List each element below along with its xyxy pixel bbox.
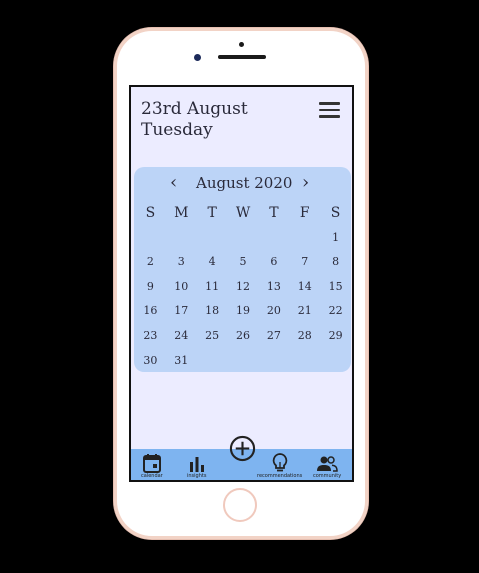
weekday-label: W bbox=[235, 205, 251, 221]
calendar-day[interactable]: 19 bbox=[228, 299, 259, 324]
calendar-week-row: 9 10 11 12 13 14 15 bbox=[134, 275, 351, 300]
calendar-empty-cell bbox=[197, 226, 228, 251]
calendar-week-row: 30 31 bbox=[134, 349, 351, 374]
weekday-label: S bbox=[145, 205, 156, 221]
calendar-day[interactable]: 18 bbox=[197, 299, 228, 324]
tab-recommendations[interactable]: recommendations bbox=[257, 453, 302, 479]
calendar-day[interactable]: 2 bbox=[135, 250, 166, 275]
calendar-day[interactable]: 25 bbox=[197, 324, 228, 349]
month-navigation: ‹ August 2020 › bbox=[134, 172, 351, 193]
calendar-day[interactable]: 21 bbox=[289, 299, 320, 324]
calendar-day[interactable]: 1 bbox=[320, 226, 351, 251]
calendar-day[interactable]: 7 bbox=[289, 250, 320, 275]
calendar-day[interactable]: 5 bbox=[228, 250, 259, 275]
calendar-day[interactable]: 9 bbox=[135, 275, 166, 300]
tab-community-label: community bbox=[313, 473, 342, 479]
calendar-empty-cell bbox=[289, 349, 320, 374]
front-camera bbox=[194, 54, 201, 61]
tab-insights-label: insights bbox=[187, 473, 207, 479]
date-label: 23rd August bbox=[141, 99, 248, 119]
calendar-empty-cell bbox=[197, 349, 228, 374]
weekday-label: F bbox=[299, 205, 310, 221]
app-screen: 23rd August Tuesday ‹ August 2020 › S M T W… bbox=[129, 85, 354, 482]
earpiece-speaker bbox=[218, 55, 266, 59]
calendar-day[interactable]: 26 bbox=[228, 324, 259, 349]
calendar-day[interactable]: 8 bbox=[320, 250, 351, 275]
add-entry-icon[interactable] bbox=[229, 435, 256, 462]
calendar-empty-cell bbox=[258, 349, 289, 374]
calendar-day[interactable]: 6 bbox=[258, 250, 289, 275]
tab-bar: calendar insights recommendations commun… bbox=[131, 435, 352, 480]
calendar-day[interactable]: 15 bbox=[320, 275, 351, 300]
calendar-day[interactable]: 13 bbox=[258, 275, 289, 300]
bar-chart-icon bbox=[189, 457, 204, 472]
weekday-label: T bbox=[269, 205, 279, 221]
tab-calendar-label: calendar bbox=[141, 473, 163, 479]
weekday-label: S bbox=[330, 205, 341, 221]
calendar-week-row: 2345678 bbox=[134, 250, 351, 275]
home-button[interactable] bbox=[223, 488, 257, 522]
calendar-empty-cell bbox=[289, 226, 320, 251]
calendar-day[interactable]: 31 bbox=[166, 349, 197, 374]
calendar-day[interactable]: 3 bbox=[166, 250, 197, 275]
calendar-day[interactable]: 27 bbox=[258, 324, 289, 349]
hamburger-menu-icon[interactable] bbox=[319, 102, 340, 118]
next-month-icon[interactable]: › bbox=[302, 172, 309, 193]
sensor-dot bbox=[239, 42, 244, 47]
calendar-day[interactable]: 24 bbox=[166, 324, 197, 349]
calendar-week-row: 23 24 25 26 27 28 29 bbox=[134, 324, 351, 349]
calendar-grid: S M T W T F S 1 2 3 4 5 6 7 8 9 10 11 12 13 14 15 16 17 18 19 20 21… bbox=[134, 201, 351, 373]
calendar-day[interactable]: 28 bbox=[289, 324, 320, 349]
page-title: 23rd August Tuesday bbox=[141, 99, 248, 141]
lightbulb-icon bbox=[272, 453, 287, 472]
calendar-day[interactable]: 23 bbox=[135, 324, 166, 349]
calendar-day[interactable]: 17 bbox=[166, 299, 197, 324]
calendar-day[interactable]: 30 bbox=[135, 349, 166, 374]
calendar-empty-cell bbox=[258, 226, 289, 251]
calendar-day[interactable]: 4 bbox=[197, 250, 228, 275]
calendar-empty-cell bbox=[135, 226, 166, 251]
calendar-empty-cell bbox=[228, 349, 259, 374]
calendar-day[interactable]: 10 bbox=[166, 275, 197, 300]
calendar-week-row: 1 bbox=[134, 226, 351, 251]
month-label: August 2020 bbox=[196, 174, 293, 192]
tab-community[interactable]: community bbox=[313, 455, 341, 479]
calendar-empty-cell bbox=[166, 226, 197, 251]
calendar-card: ‹ August 2020 › S M T W T F S 1 2 3 4 5 6 7 8 9 10 11 12 13… bbox=[134, 167, 351, 372]
calendar-day[interactable]: 29 bbox=[320, 324, 351, 349]
calendar-day[interactable]: 16 bbox=[135, 299, 166, 324]
calendar-empty-cell bbox=[320, 349, 351, 374]
calendar-day[interactable]: 12 bbox=[228, 275, 259, 300]
weekday-header-row: SMTWTFS bbox=[134, 201, 351, 226]
tab-calendar[interactable]: calendar bbox=[141, 453, 163, 479]
tab-insights[interactable]: insights bbox=[187, 455, 206, 479]
weekday-label: Tuesday bbox=[141, 120, 213, 140]
calendar-icon bbox=[142, 454, 161, 473]
calendar-week-row: 16 17 18 19 20 21 22 bbox=[134, 299, 351, 324]
previous-month-icon[interactable]: ‹ bbox=[170, 172, 177, 193]
weekday-label: M bbox=[174, 205, 189, 221]
calendar-day[interactable]: 20 bbox=[258, 299, 289, 324]
tab-recommendations-label: recommendations bbox=[257, 473, 303, 479]
weekday-label: T bbox=[207, 205, 217, 221]
calendar-day[interactable]: 22 bbox=[320, 299, 351, 324]
calendar-day[interactable]: 14 bbox=[289, 275, 320, 300]
people-icon bbox=[317, 456, 338, 472]
calendar-empty-cell bbox=[228, 226, 259, 251]
calendar-day[interactable]: 11 bbox=[197, 275, 228, 300]
